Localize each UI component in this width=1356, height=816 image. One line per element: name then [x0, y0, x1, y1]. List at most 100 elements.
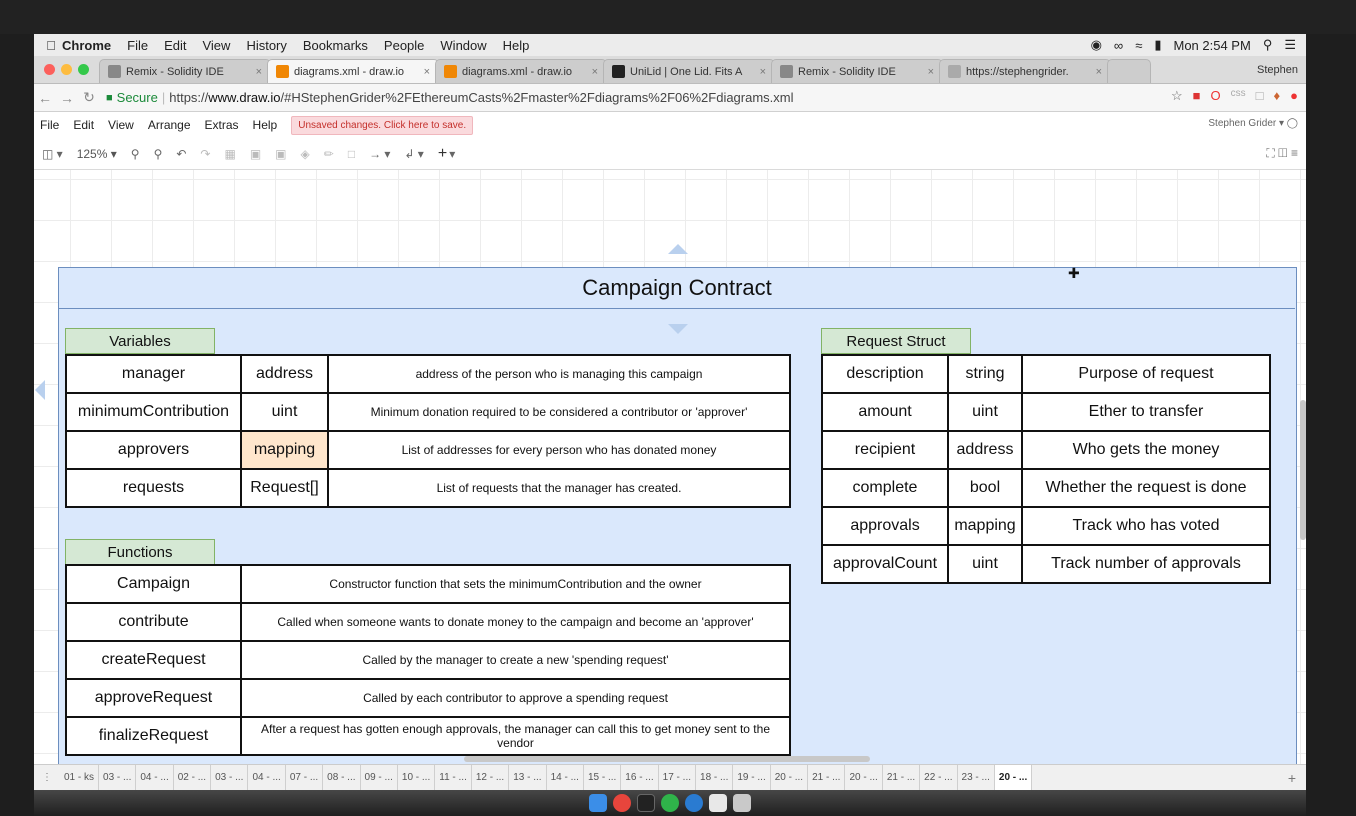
table-row[interactable]: complete bool Whether the request is done: [821, 468, 1271, 508]
reload-icon[interactable]: ↻: [78, 89, 100, 106]
zoom-out-icon[interactable]: ⚲: [154, 147, 163, 161]
close-window-icon[interactable]: [44, 64, 55, 75]
user-menu[interactable]: Stephen Grider ▾ ◯: [1208, 118, 1298, 129]
menu-people[interactable]: People: [384, 38, 424, 53]
struct-field-type[interactable]: uint: [947, 392, 1023, 432]
shadow-icon[interactable]: □: [348, 147, 355, 161]
terminal-icon[interactable]: [637, 794, 655, 812]
page-tab[interactable]: 20 - ...: [994, 765, 1033, 790]
table-row[interactable]: approvers mapping List of addresses for ev…: [65, 430, 791, 470]
to-back-icon[interactable]: ▣: [275, 147, 286, 161]
table-row[interactable]: manager address address of the person who …: [65, 354, 791, 394]
struct-field-description[interactable]: Purpose of request: [1021, 354, 1271, 394]
page-tab[interactable]: 23 - ...: [958, 765, 995, 790]
extension-gray-icon[interactable]: □: [1256, 88, 1264, 104]
struct-field-type[interactable]: mapping: [947, 506, 1023, 546]
browser-tab[interactable]: diagrams.xml - draw.io ×: [435, 59, 607, 83]
function-description[interactable]: Called by the manager to create a new 's…: [240, 640, 791, 680]
connection-icon[interactable]: → ▾: [369, 147, 390, 161]
page-tab[interactable]: 19 - ...: [733, 765, 771, 790]
variables-table[interactable]: manager address address of the person who …: [65, 354, 791, 508]
undo-icon[interactable]: ↶: [176, 147, 186, 161]
function-name[interactable]: approveRequest: [65, 678, 242, 718]
variable-name[interactable]: manager: [65, 354, 242, 394]
extension-circle-icon[interactable]: ●: [1290, 88, 1298, 104]
waypoints-icon[interactable]: ↲ ▾: [404, 147, 423, 161]
drawio-menu-extras[interactable]: Extras: [205, 118, 239, 132]
insert-icon[interactable]: +: [438, 145, 447, 163]
variable-description[interactable]: List of requests that the manager has cr…: [327, 468, 791, 508]
function-name[interactable]: Campaign: [65, 564, 242, 604]
insert-dropdown-icon[interactable]: ▾: [449, 147, 455, 161]
extension-red-icon[interactable]: ■: [1193, 88, 1201, 104]
page-tab[interactable]: 03 - ...: [211, 765, 249, 790]
zoom-dropdown[interactable]: 125% ▾: [77, 147, 117, 161]
page-tab[interactable]: 22 - ...: [920, 765, 958, 790]
struct-field-description[interactable]: Who gets the money: [1021, 430, 1271, 470]
close-tab-icon[interactable]: ×: [256, 66, 262, 78]
menu-file[interactable]: File: [127, 38, 148, 53]
glasses-icon[interactable]: ∞: [1114, 38, 1123, 53]
vertical-scrollbar[interactable]: [1300, 400, 1306, 540]
function-name[interactable]: createRequest: [65, 640, 242, 680]
variables-label[interactable]: Variables: [65, 328, 215, 354]
chrome-icon[interactable]: [613, 794, 631, 812]
page-tab[interactable]: 10 - ...: [398, 765, 436, 790]
variable-description[interactable]: List of addresses for every person who h…: [327, 430, 791, 470]
variable-type[interactable]: address: [240, 354, 329, 394]
wifi-icon[interactable]: ≈: [1135, 38, 1142, 53]
line-color-icon[interactable]: ✏: [324, 147, 334, 161]
forward-icon[interactable]: →: [56, 90, 78, 106]
url-field[interactable]: ■ Secure | https://www.draw.io/#HStephen…: [106, 90, 794, 105]
page-tab[interactable]: 09 - ...: [361, 765, 398, 790]
document-icon[interactable]: [709, 794, 727, 812]
struct-field-type[interactable]: address: [947, 430, 1023, 470]
functions-table[interactable]: Campaign Constructor function that sets t…: [65, 564, 791, 756]
table-row[interactable]: approveRequest Called by each contributor…: [65, 678, 791, 718]
table-row[interactable]: amount uint Ether to transfer: [821, 392, 1271, 432]
struct-field-description[interactable]: Ether to transfer: [1021, 392, 1271, 432]
drawio-menu-arrange[interactable]: Arrange: [148, 118, 191, 132]
browser-tab[interactable]: diagrams.xml - draw.io ×: [267, 59, 439, 83]
variable-type[interactable]: mapping: [240, 430, 329, 470]
function-description[interactable]: Constructor function that sets the minim…: [240, 564, 791, 604]
request-struct-table[interactable]: description string Purpose of request amoun…: [821, 354, 1271, 584]
star-icon[interactable]: ☆: [1171, 88, 1183, 104]
page-tab[interactable]: 12 - ...: [472, 765, 510, 790]
extension-orange-icon[interactable]: ♦: [1274, 88, 1281, 104]
struct-field-description[interactable]: Track number of approvals: [1021, 544, 1271, 584]
pages-menu-icon[interactable]: ⋮: [34, 772, 60, 783]
arrow-down-icon[interactable]: [668, 324, 688, 334]
battery-icon[interactable]: ▮: [1154, 37, 1161, 53]
diagram-canvas[interactable]: Campaign Contract Variables manager addre…: [34, 170, 1306, 764]
function-description[interactable]: After a request has gotten enough approv…: [240, 716, 791, 756]
apple-icon[interactable]: : [40, 38, 62, 53]
page-tab[interactable]: 21 - ...: [883, 765, 921, 790]
css-icon[interactable]: css: [1231, 88, 1246, 104]
menu-window[interactable]: Window: [440, 38, 486, 53]
function-name[interactable]: contribute: [65, 602, 242, 642]
struct-field-name[interactable]: complete: [821, 468, 949, 508]
search-icon[interactable]: ⚲: [1263, 37, 1273, 53]
page-tab[interactable]: 16 - ...: [621, 765, 659, 790]
zoom-in-icon[interactable]: ⚲: [131, 147, 140, 161]
page-tab[interactable]: 11 - ...: [435, 765, 472, 790]
arrow-left-icon[interactable]: [35, 380, 45, 400]
table-row[interactable]: minimumContribution uint Minimum donation …: [65, 392, 791, 432]
variable-name[interactable]: minimumContribution: [65, 392, 242, 432]
close-tab-icon[interactable]: ×: [592, 66, 598, 78]
close-tab-icon[interactable]: ×: [760, 66, 766, 78]
page-tab[interactable]: 20 - ...: [845, 765, 883, 790]
browser-tab[interactable]: Remix - Solidity IDE ×: [771, 59, 943, 83]
drawio-menu-view[interactable]: View: [108, 118, 134, 132]
browser-tab[interactable]: UniLid | One Lid. Fits A ×: [603, 59, 775, 83]
variable-type[interactable]: Request[]: [240, 468, 329, 508]
page-tab[interactable]: 17 - ...: [659, 765, 697, 790]
new-tab-button[interactable]: [1107, 59, 1151, 83]
drawio-menu-help[interactable]: Help: [253, 118, 278, 132]
page-tab[interactable]: 21 - ...: [808, 765, 846, 790]
table-row[interactable]: createRequest Called by the manager to cr…: [65, 640, 791, 680]
menu-history[interactable]: History: [246, 38, 286, 53]
to-front-icon[interactable]: ▣: [250, 147, 261, 161]
close-tab-icon[interactable]: ×: [928, 66, 934, 78]
